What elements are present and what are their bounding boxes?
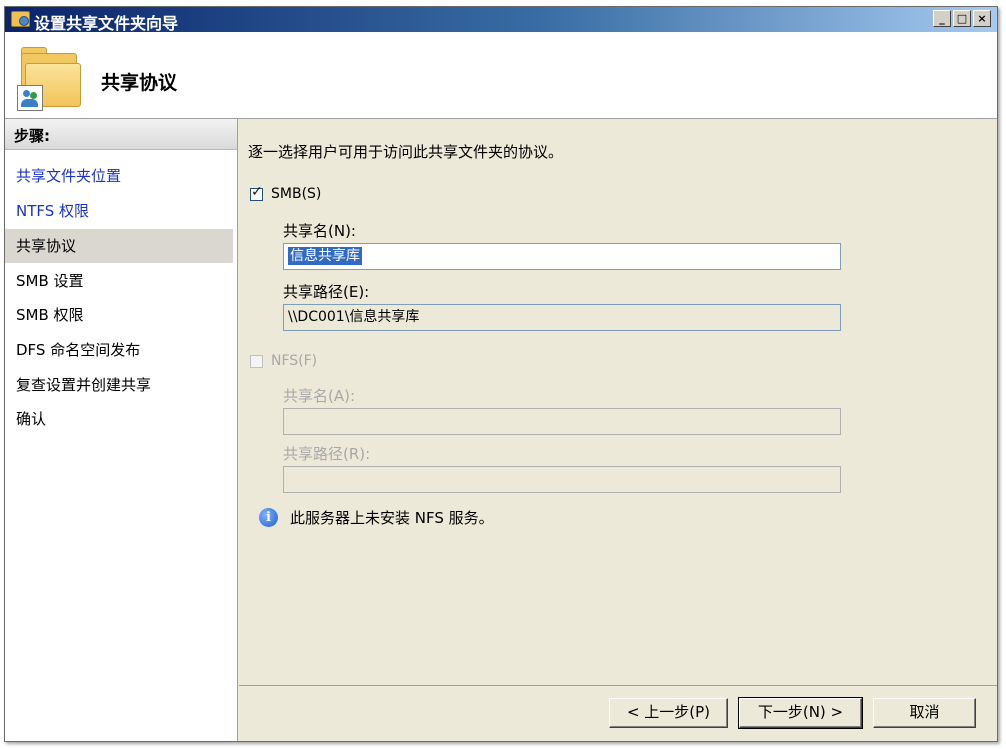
nfs-info-message: i 此服务器上未安装 NFS 服务。 — [259, 507, 494, 528]
title-bar[interactable]: 设置共享文件夹向导 _ □ × — [5, 7, 997, 33]
nfs-share-path-input — [283, 466, 841, 493]
wizard-window: 设置共享文件夹向导 _ □ × 共享协议 步骤: 共享文件夹位置 NTFS 权限… — [4, 6, 998, 742]
info-icon: i — [259, 508, 278, 527]
steps-header: 步骤: — [5, 119, 237, 150]
smb-checkbox[interactable] — [250, 184, 263, 201]
shared-folder-title-icon — [11, 11, 30, 27]
smb-share-path-field[interactable]: \\DC001\信息共享库 — [283, 304, 841, 331]
step-smb-settings: SMB 设置 — [16, 272, 84, 290]
close-button[interactable]: × — [973, 10, 991, 27]
smb-share-name-value[interactable]: 信息共享库 — [288, 247, 362, 265]
step-share-location[interactable]: 共享文件夹位置 — [5, 159, 233, 193]
steps-header-label: 步骤: — [14, 127, 50, 145]
step-smb-permissions: SMB 权限 — [16, 306, 84, 324]
nfs-share-name-input — [283, 408, 841, 435]
minimize-button[interactable]: _ — [933, 10, 951, 27]
smb-share-name-label: 共享名(N): — [283, 222, 356, 240]
main-content: 逐一选择用户可用于访问此共享文件夹的协议。 SMB(S) 共享名(N): 信息共… — [239, 119, 997, 741]
step-share-protocols: 共享协议 — [5, 229, 233, 263]
nfs-checkbox-label: NFS(F) — [271, 353, 318, 369]
nfs-checkbox — [250, 354, 263, 368]
step-confirmation: 确认 — [16, 410, 47, 428]
smb-share-path-label: 共享路径(E): — [283, 283, 370, 301]
smb-checkbox-row[interactable]: SMB(S) — [250, 184, 321, 202]
nfs-checkbox-row: NFS(F) — [250, 353, 317, 369]
maximize-button[interactable]: □ — [953, 10, 971, 27]
smb-checkbox-label[interactable]: SMB(S) — [271, 186, 321, 202]
step-dfs-namespace: DFS 命名空间发布 — [16, 341, 141, 359]
step-review-create: 复查设置并创建共享 — [16, 376, 152, 394]
wizard-header: 共享协议 — [5, 32, 997, 119]
back-button[interactable]: < 上一步(P) — [609, 698, 728, 728]
smb-share-name-input[interactable]: 信息共享库 — [283, 243, 841, 270]
nfs-share-path-label: 共享路径(R): — [283, 445, 371, 463]
steps-sidebar: 步骤: 共享文件夹位置 NTFS 权限 共享协议 SMB 设置 SMB 权限 D… — [5, 119, 238, 741]
wizard-footer: < 上一步(P) 下一步(N) > 取消 — [239, 685, 997, 742]
cancel-button[interactable]: 取消 — [873, 698, 976, 728]
shared-folder-icon — [15, 45, 81, 111]
info-text: 此服务器上未安装 NFS 服务。 — [290, 509, 494, 527]
window-title: 设置共享文件夹向导 — [34, 14, 179, 33]
next-button[interactable]: 下一步(N) > — [738, 697, 863, 729]
nfs-share-name-label: 共享名(A): — [283, 387, 356, 405]
users-badge-icon — [17, 85, 43, 111]
page-title: 共享协议 — [101, 72, 178, 94]
instruction-text: 逐一选择用户可用于访问此共享文件夹的协议。 — [248, 143, 564, 161]
step-ntfs-permissions[interactable]: NTFS 权限 — [5, 194, 233, 228]
window-controls: _ □ × — [933, 10, 991, 27]
